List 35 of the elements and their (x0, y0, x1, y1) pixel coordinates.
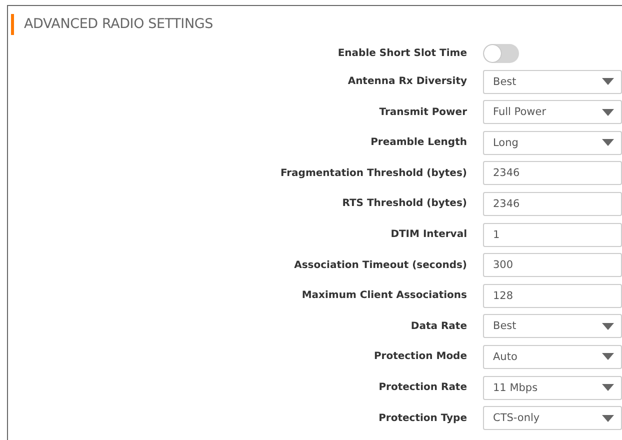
dropdown[interactable]: Long (483, 130, 622, 155)
caret-icon (602, 322, 614, 330)
accent-bar (11, 14, 14, 34)
dropdown[interactable]: Full Power (483, 100, 622, 124)
field-label: Fragmentation Threshold (bytes) (280, 168, 467, 179)
field-label: Data Rate (410, 320, 467, 332)
field-label: RTS Threshold (bytes) (342, 198, 467, 210)
input-field[interactable]: 2346 (483, 192, 622, 216)
section-title: ADVANCED RADIO SETTINGS (24, 16, 213, 32)
dropdown[interactable]: Best (483, 314, 622, 338)
field-label: Protection Mode (374, 351, 467, 362)
field-label: Maximum Client Associations (302, 290, 467, 302)
caret-icon (602, 108, 614, 116)
toggle-switch[interactable] (483, 44, 519, 63)
input-field[interactable]: 1 (483, 222, 622, 247)
field-label: Protection Rate (378, 382, 467, 394)
caret-icon (602, 78, 614, 86)
field-label: DTIM Interval (390, 229, 467, 240)
dropdown[interactable]: CTS-only (483, 406, 622, 430)
caret-icon (602, 139, 614, 146)
field-label: Antenna Rx Diversity (348, 76, 467, 88)
dropdown[interactable]: Best (483, 70, 622, 94)
caret-icon (602, 384, 614, 392)
dropdown[interactable]: Auto (483, 344, 622, 369)
field-label: Protection Type (378, 412, 467, 424)
field-label: Preamble Length (370, 137, 467, 148)
field-label: Enable Short Slot Time (338, 48, 467, 59)
input-field[interactable]: 128 (483, 284, 622, 308)
field-label: Transmit Power (379, 106, 467, 118)
caret-icon (602, 353, 614, 360)
input-field[interactable]: 2346 (483, 161, 622, 186)
dropdown[interactable]: 11 Mbps (483, 376, 622, 400)
input-field[interactable]: 300 (483, 253, 622, 278)
caret-icon (602, 414, 614, 422)
field-label: Association Timeout (seconds) (294, 260, 467, 271)
